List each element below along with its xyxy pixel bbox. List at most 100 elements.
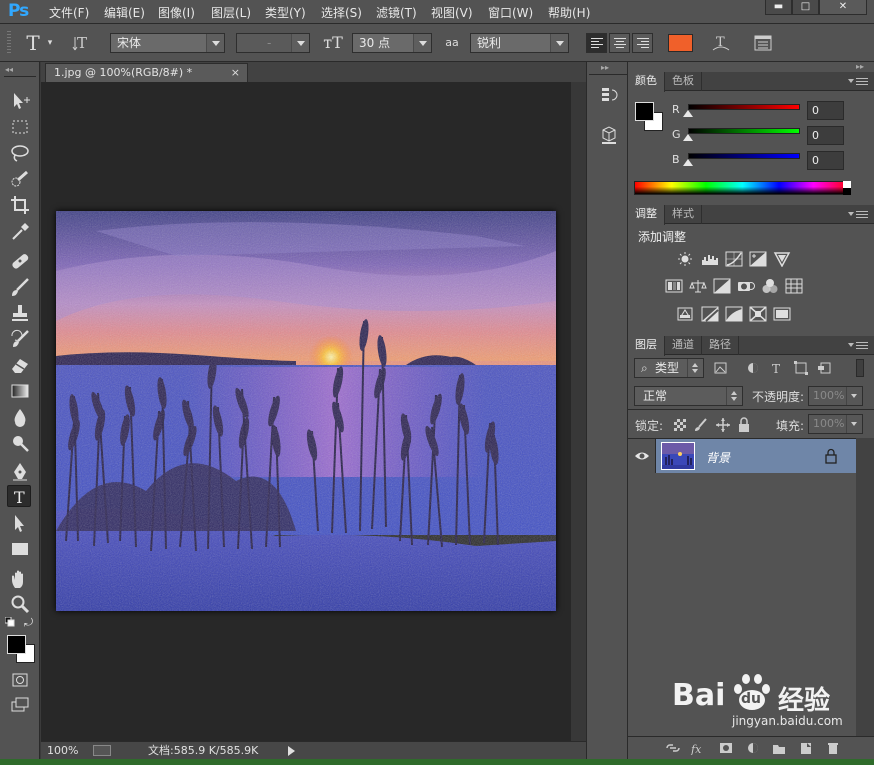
clone-stamp-icon[interactable] bbox=[8, 302, 32, 324]
tab-styles[interactable]: 样式 bbox=[665, 205, 702, 224]
character-panel-icon[interactable] bbox=[752, 32, 774, 54]
eraser-icon[interactable] bbox=[8, 354, 32, 376]
tab-color[interactable]: 颜色 bbox=[628, 72, 665, 92]
3d-panel-icon[interactable] bbox=[599, 124, 619, 146]
posterize-icon[interactable] bbox=[701, 306, 719, 322]
green-value-input[interactable]: 0 bbox=[807, 126, 844, 145]
tab-channels[interactable]: 通道 bbox=[665, 336, 702, 355]
add-mask-icon[interactable] bbox=[718, 741, 734, 755]
rectangular-marquee-icon[interactable] bbox=[8, 116, 32, 138]
tab-swatches[interactable]: 色板 bbox=[665, 72, 702, 91]
green-slider[interactable] bbox=[688, 128, 800, 134]
gradient-icon[interactable] bbox=[8, 380, 32, 402]
layer-style-fx-icon[interactable]: fx bbox=[690, 741, 706, 755]
pen-icon[interactable] bbox=[8, 460, 32, 482]
new-group-icon[interactable] bbox=[771, 741, 787, 755]
spectrum-black-swatch[interactable] bbox=[843, 188, 851, 195]
zoom-level[interactable]: 100% bbox=[47, 744, 87, 758]
collapse-panels-icon[interactable]: ▸▸ bbox=[856, 62, 864, 71]
minimize-button[interactable]: ▬ bbox=[765, 0, 792, 15]
font-size-select[interactable]: 30 点 bbox=[352, 33, 432, 53]
red-value-input[interactable]: 0 bbox=[807, 101, 844, 120]
options-grip[interactable] bbox=[7, 31, 11, 55]
invert-icon[interactable] bbox=[676, 306, 694, 322]
type-tool-active-icon[interactable]: T bbox=[7, 485, 31, 507]
filter-kind-icons[interactable]: T bbox=[712, 359, 852, 377]
green-slider-thumb[interactable] bbox=[683, 134, 693, 141]
collapse-dock-icon[interactable]: ▸▸ bbox=[601, 63, 609, 72]
panel-menu-icon[interactable] bbox=[848, 211, 868, 219]
blur-icon[interactable] bbox=[8, 406, 32, 428]
layer-name[interactable]: 背景 bbox=[706, 449, 730, 466]
curves-icon[interactable] bbox=[725, 251, 743, 267]
menu-edit[interactable]: 编辑(E) bbox=[104, 4, 145, 21]
color-lookup-icon[interactable] bbox=[785, 278, 803, 294]
red-slider[interactable] bbox=[688, 104, 800, 110]
screen-mode-icon[interactable] bbox=[8, 694, 32, 716]
align-center-button[interactable] bbox=[609, 33, 630, 53]
lock-image-pixels-icon[interactable] bbox=[693, 417, 709, 433]
vibrance-icon[interactable] bbox=[773, 251, 791, 267]
tab-paths[interactable]: 路径 bbox=[702, 336, 739, 355]
lock-position-icon[interactable] bbox=[715, 417, 731, 433]
move-tool-icon[interactable] bbox=[8, 90, 32, 112]
menu-filter[interactable]: 滤镜(T) bbox=[376, 4, 417, 21]
close-tab-icon[interactable]: × bbox=[231, 64, 240, 81]
brush-icon[interactable] bbox=[8, 276, 32, 298]
foreground-color-swatch[interactable] bbox=[635, 102, 654, 121]
path-selection-icon[interactable] bbox=[8, 512, 32, 534]
align-left-button[interactable] bbox=[586, 33, 607, 53]
menu-window[interactable]: 窗口(W) bbox=[488, 4, 533, 21]
eyedropper-icon[interactable] bbox=[8, 220, 32, 242]
toggle-text-orientation-icon[interactable]: T bbox=[72, 32, 94, 54]
panel-menu-icon[interactable] bbox=[848, 78, 868, 86]
lock-transparent-pixels-icon[interactable] bbox=[672, 417, 688, 433]
filter-toggle-switch[interactable] bbox=[856, 359, 864, 377]
quick-selection-icon[interactable] bbox=[8, 168, 32, 190]
history-panel-icon[interactable] bbox=[599, 84, 619, 106]
new-layer-icon[interactable] bbox=[798, 741, 814, 755]
layer-row[interactable]: 背景 bbox=[628, 439, 856, 473]
opacity-input[interactable]: 100% bbox=[808, 386, 863, 406]
swap-colors-icon[interactable]: ⤾ bbox=[24, 616, 33, 630]
font-style-select[interactable]: - bbox=[236, 33, 310, 53]
photo-filter-icon[interactable] bbox=[737, 278, 755, 294]
quick-mask-icon[interactable] bbox=[8, 669, 32, 691]
link-layers-icon[interactable] bbox=[665, 741, 681, 755]
default-colors-icon[interactable] bbox=[4, 616, 15, 627]
crop-icon[interactable] bbox=[8, 194, 32, 216]
layer-visibility-toggle[interactable] bbox=[628, 439, 656, 473]
close-button[interactable]: ✕ bbox=[819, 0, 867, 15]
menu-select[interactable]: 选择(S) bbox=[321, 4, 362, 21]
red-slider-thumb[interactable] bbox=[683, 110, 693, 117]
menu-layer[interactable]: 图层(L) bbox=[211, 4, 251, 21]
menu-file[interactable]: 文件(F) bbox=[49, 4, 89, 21]
menu-help[interactable]: 帮助(H) bbox=[548, 4, 590, 21]
exposure-icon[interactable] bbox=[749, 251, 767, 267]
collapse-toolbar-icon[interactable]: ◂◂ bbox=[5, 65, 13, 74]
zoom-icon[interactable] bbox=[8, 593, 32, 615]
levels-icon[interactable] bbox=[701, 251, 719, 267]
antialias-select[interactable]: 锐利 bbox=[470, 33, 569, 53]
lock-all-icon[interactable] bbox=[736, 417, 752, 433]
healing-brush-icon[interactable] bbox=[8, 250, 32, 272]
tab-adjustments[interactable]: 调整 bbox=[628, 205, 665, 225]
panel-menu-icon[interactable] bbox=[848, 342, 868, 350]
color-spectrum-bar[interactable] bbox=[634, 181, 851, 195]
menu-image[interactable]: 图像(I) bbox=[158, 4, 195, 21]
fill-input[interactable]: 100% bbox=[808, 414, 863, 434]
type-tool-icon[interactable]: T bbox=[22, 32, 44, 54]
channel-mixer-icon[interactable] bbox=[761, 278, 779, 294]
black-white-icon[interactable] bbox=[713, 278, 731, 294]
layer-filter-select[interactable]: ⌕ 类型 bbox=[634, 358, 704, 378]
text-color-swatch[interactable] bbox=[668, 34, 693, 52]
align-right-button[interactable] bbox=[632, 33, 653, 53]
warp-text-icon[interactable]: T bbox=[710, 32, 732, 54]
menu-view[interactable]: 视图(V) bbox=[431, 4, 473, 21]
foreground-color-swatch[interactable] bbox=[7, 635, 26, 654]
new-adjustment-layer-icon[interactable] bbox=[745, 741, 761, 755]
threshold-icon[interactable] bbox=[725, 306, 743, 322]
maximize-button[interactable]: □ bbox=[792, 0, 819, 15]
spectrum-white-swatch[interactable] bbox=[843, 181, 851, 188]
font-family-select[interactable]: 宋体 bbox=[110, 33, 225, 53]
